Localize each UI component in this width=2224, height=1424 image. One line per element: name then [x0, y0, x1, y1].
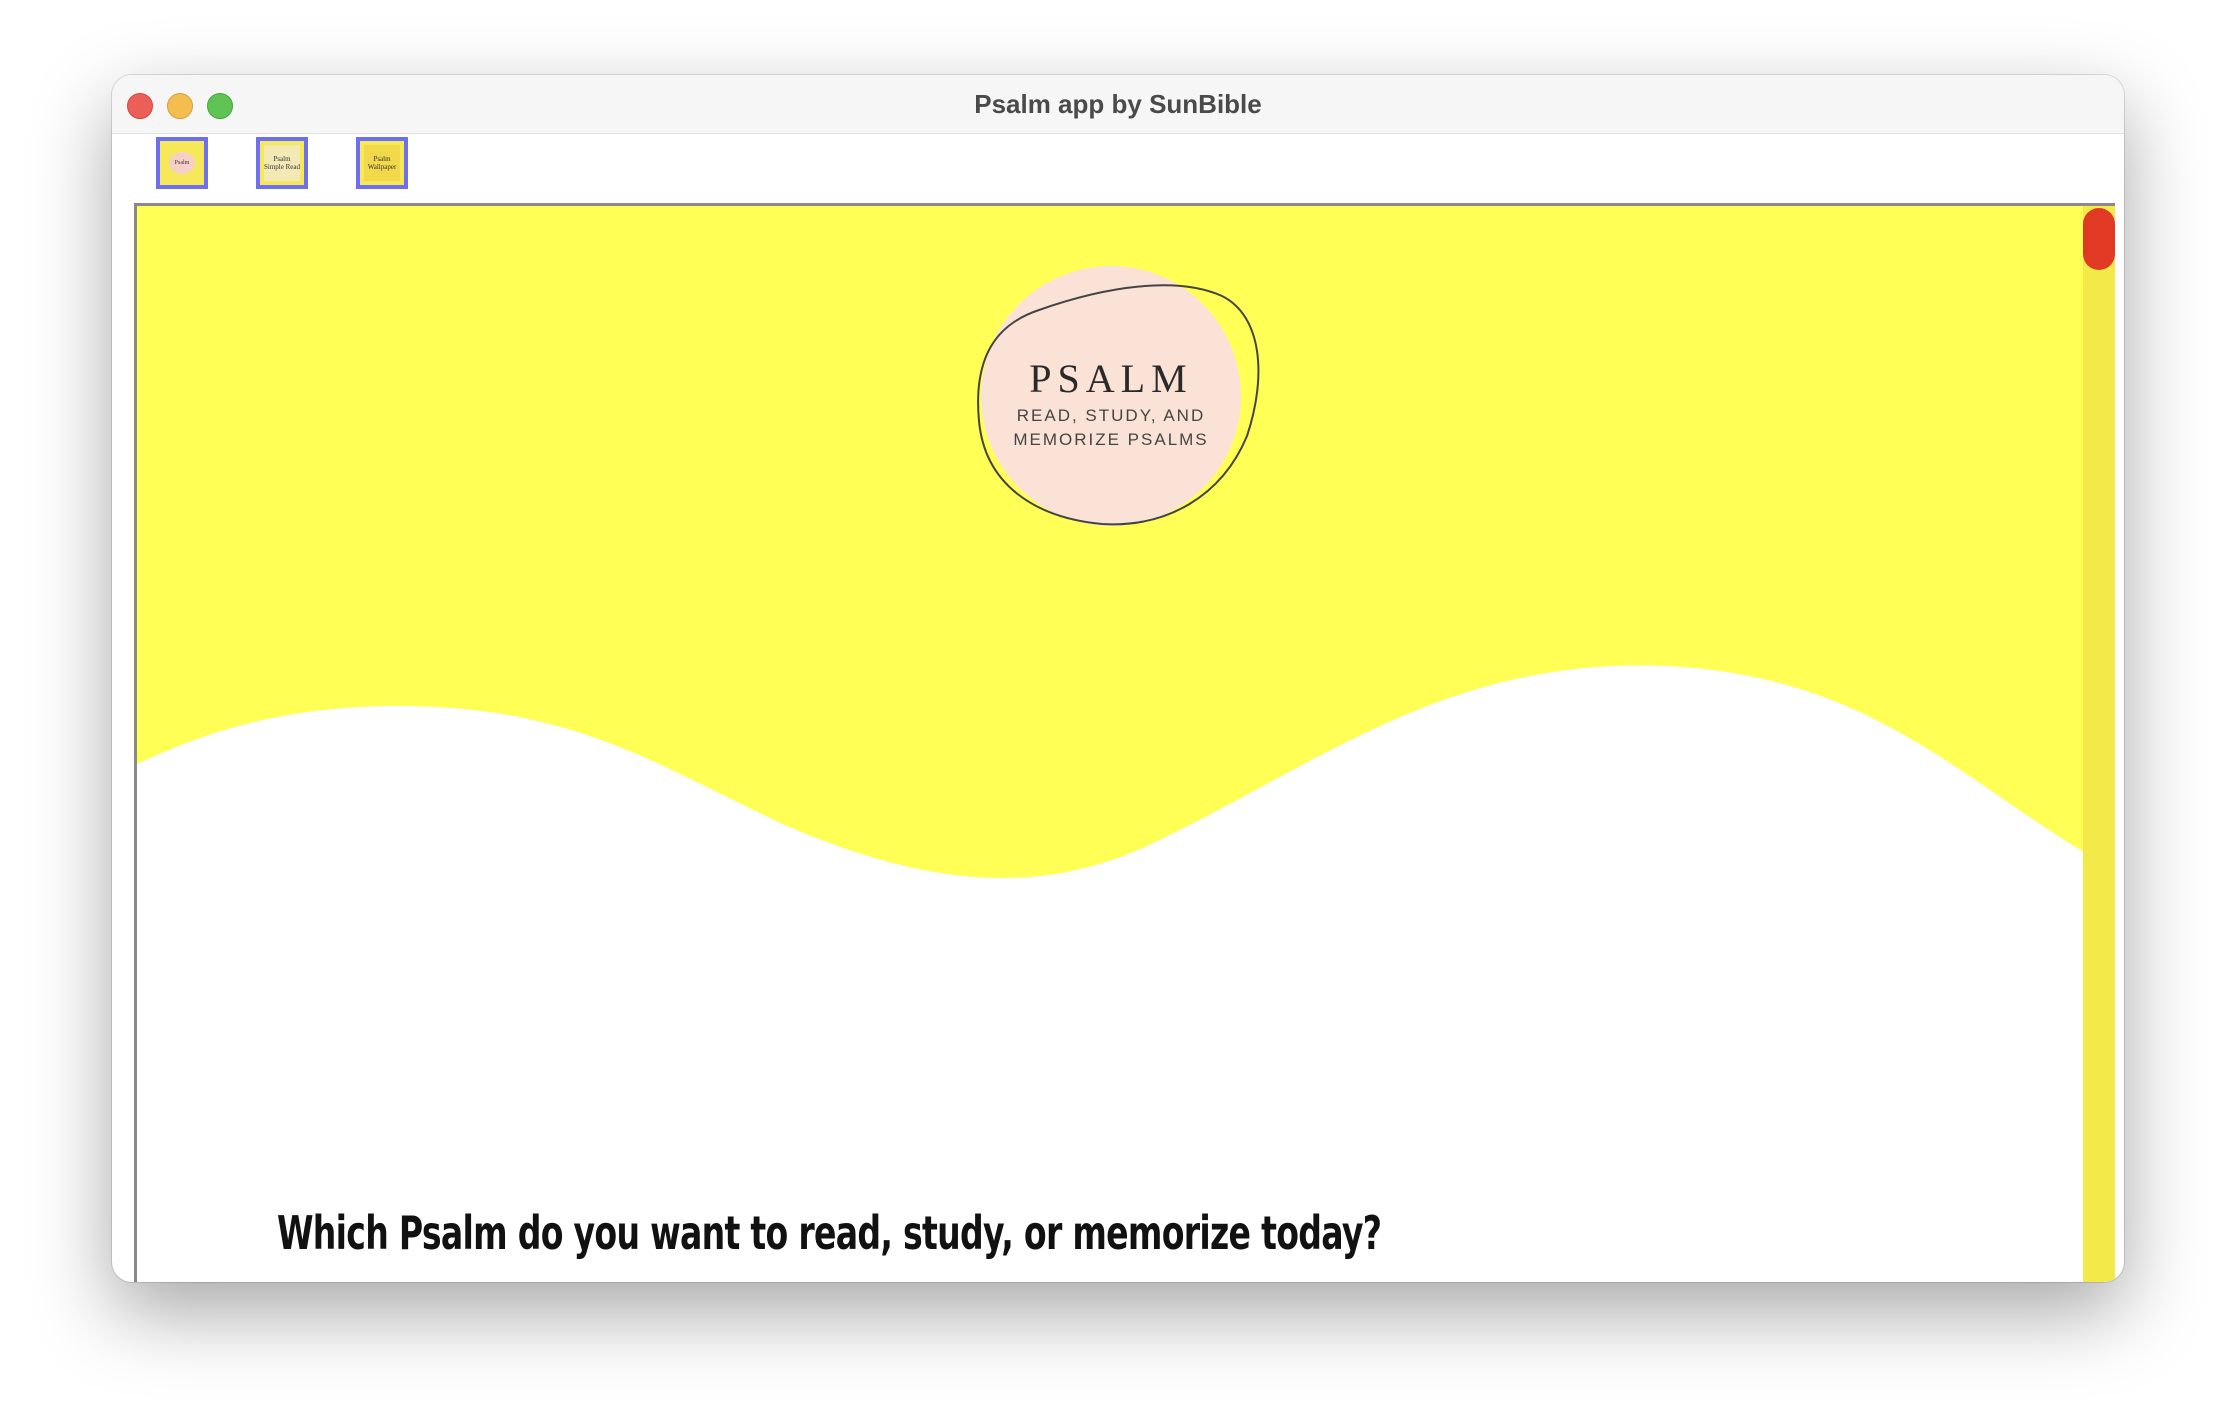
web-content: PSALM READ, STUDY, AND MEMORIZE PSALMS W…: [134, 203, 2115, 1282]
tab-psalm-simple-read[interactable]: Psalm Simple Read: [256, 137, 308, 189]
scrollbar-thumb[interactable]: [2083, 208, 2115, 270]
tab-label: Psalm: [174, 160, 190, 166]
logo-title: PSALM: [1029, 356, 1193, 401]
logo-subtitle-line1: READ, STUDY, AND: [1016, 406, 1206, 425]
tab-label: Psalm Simple Read: [264, 145, 300, 181]
tab-psalm[interactable]: Psalm: [156, 137, 208, 189]
tab-label: Psalm Wallpaper: [364, 145, 400, 181]
page-heading: Which Psalm do you want to read, study, …: [277, 1206, 1382, 1260]
tab-psalm-wallpaper[interactable]: Psalm Wallpaper: [356, 137, 408, 189]
hero-section: PSALM READ, STUDY, AND MEMORIZE PSALMS W…: [137, 206, 2087, 1282]
scrollbar[interactable]: [2083, 206, 2115, 1282]
logo-subtitle-line2: MEMORIZE PSALMS: [1013, 430, 1209, 449]
logo: PSALM READ, STUDY, AND MEMORIZE PSALMS: [966, 354, 1256, 452]
app-window: Psalm app by SunBible Psalm Psalm Simple…: [112, 75, 2124, 1282]
title-bar: Psalm app by SunBible: [112, 75, 2124, 134]
window-title: Psalm app by SunBible: [974, 89, 1262, 119]
